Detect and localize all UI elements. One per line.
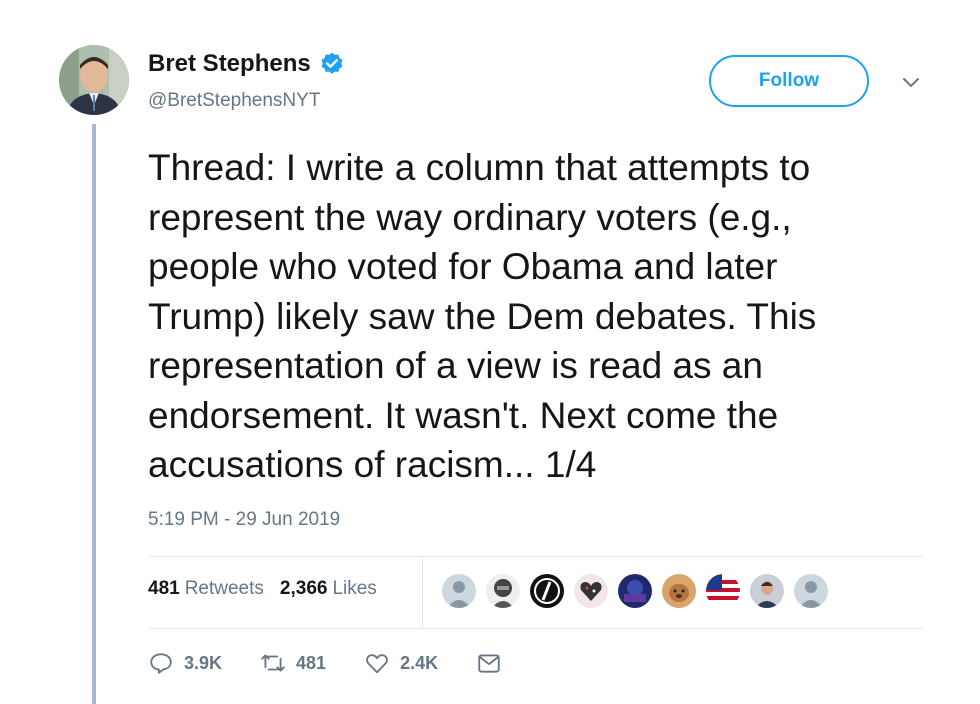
liker-avatar-slash-logo[interactable]	[528, 572, 566, 610]
user-name-row: Bret Stephens	[148, 50, 345, 78]
retweets-count: 481	[148, 578, 180, 599]
message-button[interactable]	[476, 650, 502, 676]
verified-badge-icon	[321, 52, 343, 74]
stats-separator	[422, 556, 423, 628]
tweet-timestamp[interactable]: 5:19 PM - 29 Jun 2019	[148, 509, 340, 531]
liker-avatar-man[interactable]	[748, 572, 786, 610]
heart-icon	[366, 654, 388, 674]
liker-avatar-default[interactable]	[440, 572, 478, 610]
reply-button[interactable]: 3.9K	[148, 650, 222, 676]
tweet-actions: 3.9K 481 2.4K	[148, 650, 540, 676]
retweets-stat[interactable]: 481 Retweets	[148, 578, 264, 600]
liker-avatars	[440, 572, 836, 610]
thread-line	[92, 124, 96, 704]
divider-top	[148, 556, 924, 557]
liker-avatar-us-flag[interactable]	[704, 572, 742, 610]
chevron-down-icon[interactable]	[900, 74, 922, 90]
retweet-count: 481	[296, 652, 327, 673]
reply-count: 3.9K	[184, 652, 223, 673]
user-handle[interactable]: @BretStephensNYT	[148, 90, 320, 112]
follow-button[interactable]: Follow	[709, 55, 869, 107]
liker-avatar-helmet[interactable]	[484, 572, 522, 610]
user-name[interactable]: Bret Stephens	[148, 50, 311, 78]
liker-avatar-blue-pattern[interactable]	[616, 572, 654, 610]
tweet-stats: 481 Retweets 2,366 Likes	[148, 578, 377, 600]
avatar[interactable]	[59, 45, 129, 115]
envelope-icon	[478, 654, 500, 673]
like-count: 2.4K	[400, 652, 439, 673]
retweets-label: Retweets	[184, 578, 264, 599]
liker-avatar-heart[interactable]	[572, 572, 610, 610]
liker-avatar-dog[interactable]	[660, 572, 698, 610]
tweet-text: Thread: I write a column that attempts t…	[148, 147, 817, 485]
likes-count: 2,366	[279, 578, 328, 599]
reply-icon	[150, 653, 172, 674]
like-button[interactable]: 2.4K	[364, 650, 438, 676]
likes-stat[interactable]: 2,366 Likes	[280, 578, 377, 600]
likes-label: Likes	[332, 578, 377, 599]
retweet-button[interactable]: 481	[260, 650, 326, 676]
liker-avatar-default[interactable]	[792, 572, 830, 610]
retweet-icon	[261, 654, 285, 672]
divider-bottom	[148, 628, 924, 629]
